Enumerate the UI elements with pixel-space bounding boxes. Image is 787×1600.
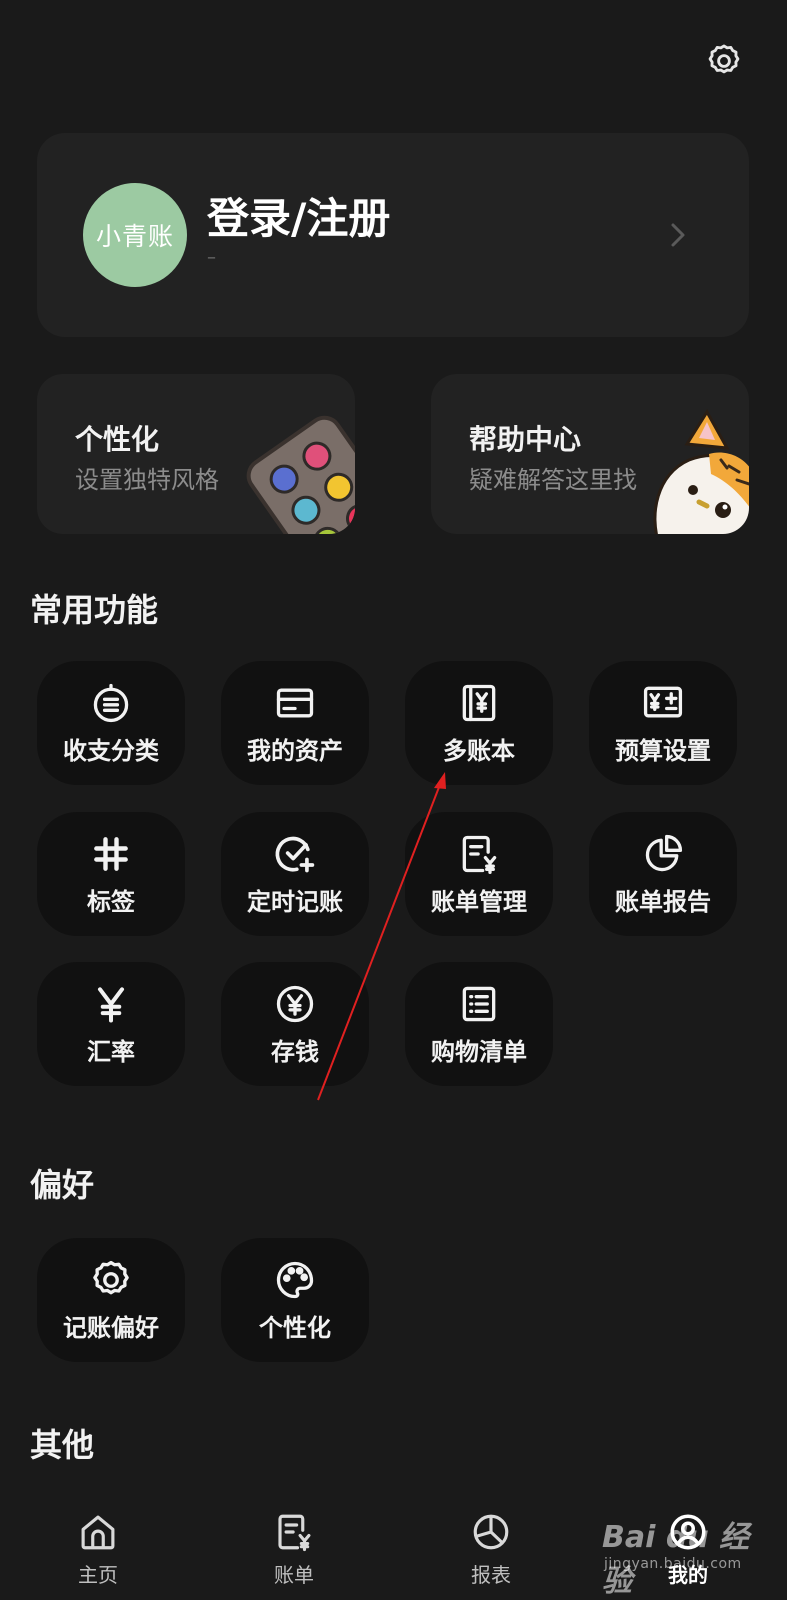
tile-scheduled-bookkeeping[interactable]: 定时记账 bbox=[221, 812, 369, 936]
tile-multi-ledger[interactable]: 多账本 bbox=[405, 661, 553, 785]
avatar: 小青账 bbox=[83, 183, 187, 287]
profile-subtext: – bbox=[207, 247, 216, 268]
baidu-jingyan-watermark: Bai du 经验 jingyan.baidu.com bbox=[600, 1510, 750, 1599]
budget-calculator-icon bbox=[643, 686, 683, 717]
tile-exchange-rate[interactable]: 汇率 bbox=[37, 962, 185, 1086]
hashtag-icon bbox=[94, 836, 128, 871]
login-register-label[interactable]: 登录/注册 bbox=[207, 185, 390, 246]
tile-my-assets[interactable]: 我的资产 bbox=[221, 661, 369, 785]
tile-label: 多账本 bbox=[443, 736, 515, 765]
tile-label: 账单报告 bbox=[615, 887, 711, 916]
tile-label: 标签 bbox=[87, 887, 135, 916]
tile-label: 存钱 bbox=[271, 1037, 319, 1066]
nav-label: 主页 bbox=[78, 1563, 118, 1587]
personalize-title: 个性化 bbox=[75, 423, 160, 456]
personalize-card[interactable]: 个性化 设置独特风格 bbox=[37, 374, 355, 534]
category-list-icon bbox=[93, 683, 129, 722]
profile-page: 小青账 登录/注册 – 个性化 设置独特风格 帮助中心 疑难解答这里找 常用功能… bbox=[0, 0, 787, 1600]
profile-card[interactable]: 小青账 登录/注册 – bbox=[37, 133, 749, 337]
tile-budget-settings[interactable]: 预算设置 bbox=[589, 661, 737, 785]
section-preferences: 偏好 bbox=[30, 1166, 95, 1204]
nav-label: 账单 bbox=[274, 1563, 314, 1587]
tile-bill-management[interactable]: 账单管理 bbox=[405, 812, 553, 936]
tile-label: 记账偏好 bbox=[63, 1313, 159, 1342]
tile-label: 购物清单 bbox=[431, 1037, 527, 1066]
tile-label: 预算设置 bbox=[615, 736, 711, 765]
chevron-right-icon bbox=[671, 223, 685, 247]
nav-home[interactable]: 主页 bbox=[38, 1511, 158, 1599]
yen-coin-icon bbox=[276, 985, 314, 1022]
section-other: 其他 bbox=[30, 1426, 95, 1464]
section-common-functions: 常用功能 bbox=[30, 591, 159, 629]
home-icon bbox=[81, 1515, 115, 1550]
help-center-title: 帮助中心 bbox=[469, 423, 582, 456]
avatar-text: 小青账 bbox=[95, 222, 174, 251]
tile-label: 我的资产 bbox=[247, 736, 343, 765]
help-center-card[interactable]: 帮助中心 疑难解答这里找 bbox=[431, 374, 749, 534]
tile-tags[interactable]: 标签 bbox=[37, 812, 185, 936]
cat-mascot-illustration bbox=[653, 409, 749, 534]
nav-bills[interactable]: 账单 bbox=[234, 1511, 354, 1599]
color-palette-illustration bbox=[246, 415, 355, 534]
tile-income-expense-category[interactable]: 收支分类 bbox=[37, 661, 185, 785]
yen-icon bbox=[97, 986, 125, 1023]
tile-label: 汇率 bbox=[87, 1037, 135, 1066]
nav-reports[interactable]: 报表 bbox=[431, 1511, 551, 1599]
palette-icon bbox=[276, 1261, 314, 1298]
shopping-list-icon bbox=[462, 986, 496, 1021]
card-icon bbox=[276, 688, 314, 717]
gear-icon bbox=[708, 44, 740, 74]
watermark-url: jingyan.baidu.com bbox=[604, 1556, 742, 1572]
personalize-subtitle: 设置独特风格 bbox=[75, 466, 219, 494]
ledger-book-icon bbox=[462, 684, 496, 721]
tile-bookkeeping-preferences[interactable]: 记账偏好 bbox=[37, 1238, 185, 1362]
report-icon bbox=[473, 1514, 509, 1550]
bill-manage-icon bbox=[462, 835, 497, 874]
scheduled-check-icon bbox=[275, 836, 315, 872]
gear-icon bbox=[93, 1260, 129, 1294]
tile-bill-report[interactable]: 账单报告 bbox=[589, 812, 737, 936]
tile-label: 定时记账 bbox=[247, 887, 343, 916]
help-center-subtitle: 疑难解答这里找 bbox=[469, 466, 637, 494]
settings-button[interactable] bbox=[703, 40, 745, 82]
pie-chart-icon bbox=[645, 834, 683, 871]
bill-icon bbox=[278, 1514, 311, 1552]
tile-label: 收支分类 bbox=[63, 736, 159, 765]
nav-label: 报表 bbox=[471, 1563, 511, 1587]
tile-personalization[interactable]: 个性化 bbox=[221, 1238, 369, 1362]
tile-label: 账单管理 bbox=[431, 887, 527, 916]
tile-shopping-list[interactable]: 购物清单 bbox=[405, 962, 553, 1086]
tile-label: 个性化 bbox=[259, 1313, 331, 1342]
tile-save-money[interactable]: 存钱 bbox=[221, 962, 369, 1086]
